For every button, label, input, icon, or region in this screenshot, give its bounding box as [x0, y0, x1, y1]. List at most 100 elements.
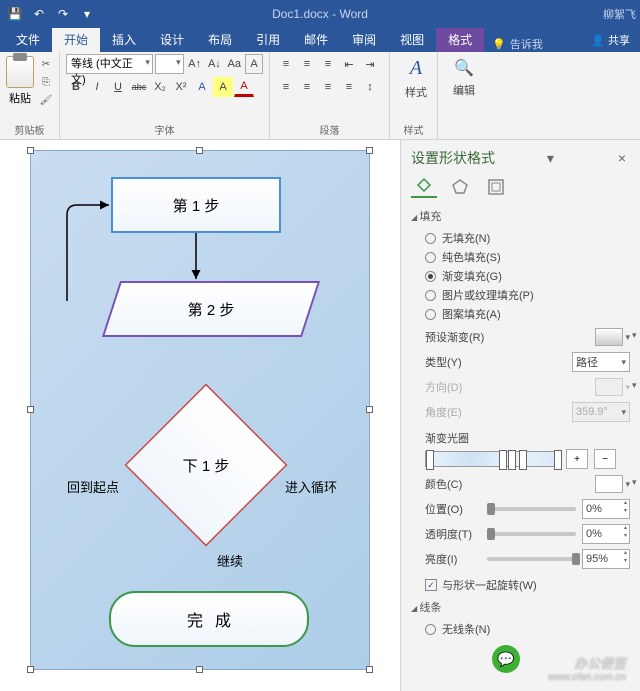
underline-button[interactable]: U: [108, 77, 128, 97]
multilevel-button[interactable]: ≡: [318, 54, 338, 74]
fill-solid-radio[interactable]: 纯色填充(S): [425, 249, 630, 265]
ribbon: 粘贴 ✂ ⎘ 🖌 剪贴板 等线 (中文正文) A↑ A↓ Aa A B I U: [0, 52, 640, 140]
superscript-button[interactable]: X²: [171, 77, 191, 97]
flow-done[interactable]: 完成: [109, 591, 309, 647]
pane-menu-button[interactable]: ▾: [547, 150, 554, 167]
decrease-indent-button[interactable]: ⇤: [339, 54, 359, 74]
editing-button[interactable]: 🔍 编辑: [444, 54, 484, 98]
selection-handle[interactable]: [366, 666, 373, 673]
tab-file[interactable]: 文件: [4, 27, 52, 52]
selection-handle[interactable]: [366, 147, 373, 154]
close-pane-button[interactable]: ×: [618, 150, 630, 166]
font-size-select[interactable]: [155, 54, 184, 74]
tab-review[interactable]: 审阅: [340, 27, 388, 52]
stop-brightness-input[interactable]: 95%: [582, 549, 630, 569]
undo-button[interactable]: ↶: [28, 3, 50, 25]
signed-in-user[interactable]: 柳絮飞: [603, 6, 636, 22]
layout-tab[interactable]: [483, 176, 509, 198]
fill-none-radio[interactable]: 无填充(N): [425, 230, 630, 246]
gradient-stop[interactable]: [508, 450, 516, 470]
tab-view[interactable]: 视图: [388, 27, 436, 52]
label-loop: 进入循环: [285, 477, 337, 496]
selection-handle[interactable]: [196, 147, 203, 154]
stop-color-picker[interactable]: ▾: [595, 475, 630, 493]
tab-references[interactable]: 引用: [244, 27, 292, 52]
remove-stop-button[interactable]: −: [594, 449, 616, 469]
increase-indent-button[interactable]: ⇥: [360, 54, 380, 74]
stop-brightness-slider[interactable]: [487, 557, 576, 561]
text-effects-button[interactable]: A: [192, 77, 212, 97]
fill-gradient-radio[interactable]: 渐变填充(G): [425, 268, 630, 284]
selection-handle[interactable]: [196, 666, 203, 673]
copy-button[interactable]: ⎘: [37, 74, 55, 90]
highlight-button[interactable]: A: [213, 77, 233, 97]
selection-handle[interactable]: [27, 147, 34, 154]
gradient-stop[interactable]: [554, 450, 562, 470]
title-bar: 💾 ↶ ↷ ▾ Doc1.docx - Word 柳絮飞: [0, 0, 640, 28]
line-spacing-button[interactable]: ↕: [360, 77, 380, 97]
tell-me-search[interactable]: 💡 告诉我: [492, 36, 543, 52]
line-none-label: 无线条(N): [442, 621, 490, 637]
bullets-button[interactable]: ≡: [276, 54, 296, 74]
flow-step1[interactable]: 第 1 步: [111, 177, 281, 233]
change-case-button[interactable]: Aa: [225, 54, 243, 74]
stop-transparency-input[interactable]: 0%: [582, 524, 630, 544]
numbering-button[interactable]: ≡: [297, 54, 317, 74]
subscript-button[interactable]: X₂: [150, 77, 170, 97]
italic-button[interactable]: I: [87, 77, 107, 97]
redo-button[interactable]: ↷: [52, 3, 74, 25]
flow-decision[interactable]: 下 1 步: [126, 385, 286, 545]
gradient-type-select[interactable]: 路径: [572, 352, 630, 372]
cut-button[interactable]: ✂: [37, 56, 55, 72]
strike-button[interactable]: abc: [129, 77, 149, 97]
tab-mailings[interactable]: 邮件: [292, 27, 340, 52]
rotate-with-shape-checkbox[interactable]: ✓ 与形状一起旋转(W): [425, 577, 630, 593]
format-painter-button[interactable]: 🖌: [37, 92, 55, 108]
styles-button[interactable]: A 样式: [396, 54, 436, 100]
effects-tab[interactable]: [447, 176, 473, 198]
tab-design[interactable]: 设计: [148, 27, 196, 52]
share-icon: 👤: [591, 34, 605, 47]
background-shape[interactable]: 第 1 步 第 2 步 下 1 步 完成 回到起点 进入循环 继续: [30, 150, 370, 670]
selection-handle[interactable]: [366, 406, 373, 413]
fill-line-tab[interactable]: [411, 176, 437, 198]
fill-pattern-radio[interactable]: 图案填充(A): [425, 306, 630, 322]
section-fill[interactable]: 填充: [411, 208, 630, 224]
font-color-button[interactable]: A: [234, 77, 254, 97]
document-canvas[interactable]: 第 1 步 第 2 步 下 1 步 完成 回到起点 进入循环 继续: [0, 140, 400, 691]
flow-step2-label: 第 2 步: [111, 281, 311, 337]
stop-position-slider[interactable]: [487, 507, 576, 511]
tab-home[interactable]: 开始: [52, 27, 100, 52]
line-none-radio[interactable]: 无线条(N): [425, 621, 630, 637]
gradient-stops-track[interactable]: [425, 451, 560, 467]
align-center-button[interactable]: ≡: [297, 77, 317, 97]
align-left-button[interactable]: ≡: [276, 77, 296, 97]
share-button[interactable]: 👤 共享: [581, 28, 640, 52]
fill-picture-radio[interactable]: 图片或纹理填充(P): [425, 287, 630, 303]
flow-step2[interactable]: 第 2 步: [111, 281, 311, 337]
align-right-button[interactable]: ≡: [318, 77, 338, 97]
shrink-font-button[interactable]: A↓: [205, 54, 223, 74]
gradient-stop[interactable]: [499, 450, 507, 470]
tab-format[interactable]: 格式: [436, 27, 484, 52]
gradient-stop[interactable]: [426, 450, 434, 470]
font-name-select[interactable]: 等线 (中文正文): [66, 54, 153, 74]
rotate-with-shape-label: 与形状一起旋转(W): [442, 577, 537, 593]
paste-button[interactable]: 粘贴: [6, 56, 34, 106]
fill-pattern-label: 图案填充(A): [442, 306, 501, 322]
stop-transparency-slider[interactable]: [487, 532, 576, 536]
gradient-stop[interactable]: [519, 450, 527, 470]
tab-layout[interactable]: 布局: [196, 27, 244, 52]
add-stop-button[interactable]: +: [566, 449, 588, 469]
grow-font-button[interactable]: A↑: [186, 54, 204, 74]
selection-handle[interactable]: [27, 666, 34, 673]
selection-handle[interactable]: [27, 406, 34, 413]
preset-gradient-picker[interactable]: ▾: [595, 328, 630, 346]
justify-button[interactable]: ≡: [339, 77, 359, 97]
tab-insert[interactable]: 插入: [100, 27, 148, 52]
section-line[interactable]: 线条: [411, 599, 630, 615]
save-button[interactable]: 💾: [4, 3, 26, 25]
clear-format-button[interactable]: A: [245, 54, 263, 74]
stop-position-input[interactable]: 0%: [582, 499, 630, 519]
customize-qat-button[interactable]: ▾: [76, 3, 98, 25]
